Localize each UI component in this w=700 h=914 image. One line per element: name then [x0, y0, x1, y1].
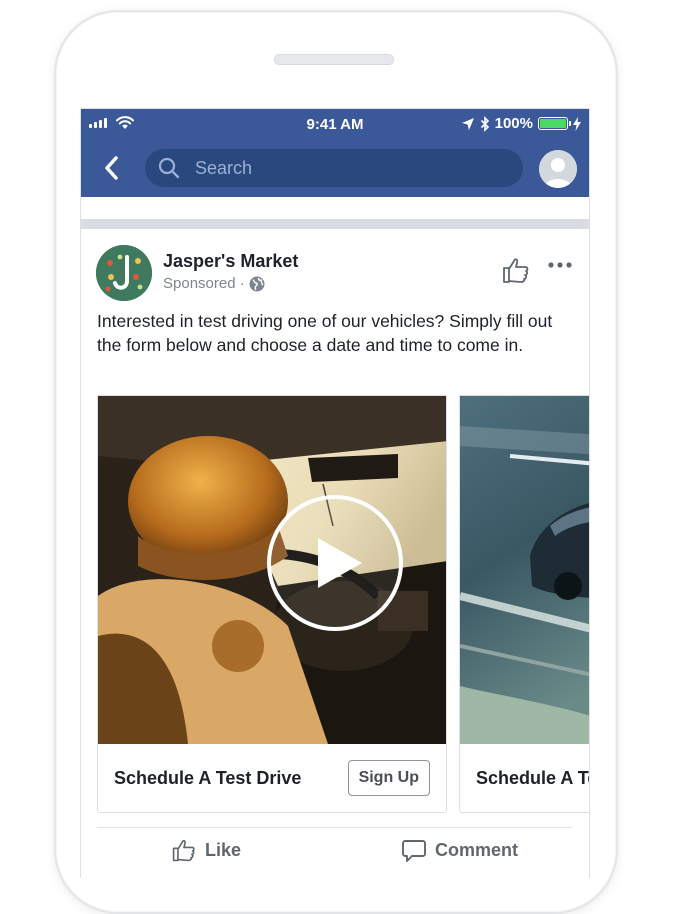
charging-icon [573, 116, 581, 131]
feed-divider [81, 219, 589, 229]
post-body-text: Interested in test driving one of our ve… [97, 311, 553, 355]
thumbs-up-icon[interactable] [501, 255, 531, 285]
search-icon [158, 157, 180, 179]
carousel-card[interactable]: Schedule A Test Drive Sign Up [97, 395, 447, 813]
page-avatar[interactable] [96, 245, 152, 301]
ad-carousel[interactable]: Schedule A Test Drive Sign Up Schedule A… [97, 395, 589, 815]
location-arrow-icon [461, 117, 474, 130]
profile-avatar[interactable] [539, 150, 577, 188]
status-bar: 9:41 AM 100% [81, 109, 589, 139]
battery-percent: 100% [494, 115, 533, 132]
carousel-card[interactable]: Schedule A Test Drive [459, 395, 589, 813]
car-road-image [460, 396, 589, 744]
nav-bar [81, 139, 589, 197]
back-chevron-icon[interactable] [99, 153, 125, 183]
comment-label: Comment [435, 839, 519, 860]
phone-screen: 9:41 AM 100% Search Jasper's Market Spon… [80, 108, 590, 878]
search-bar[interactable] [145, 149, 523, 187]
like-label: Like [205, 839, 242, 860]
battery-icon [538, 117, 571, 130]
like-button[interactable]: Like [171, 837, 241, 863]
jaspers-market-logo [96, 245, 152, 301]
play-icon[interactable] [266, 494, 404, 632]
bluetooth-icon [480, 115, 489, 132]
card-footer: Schedule A Test Drive [460, 744, 589, 812]
thumbs-up-icon [172, 839, 195, 862]
action-bar: Like Comment [81, 837, 589, 877]
profile-silhouette-icon [539, 150, 577, 188]
sponsored-label: Sponsored · [163, 275, 245, 292]
globe-icon [249, 276, 265, 291]
video-thumbnail[interactable] [98, 396, 446, 744]
status-right: 100% [461, 115, 581, 132]
more-dots-icon[interactable] [547, 261, 573, 269]
card-title: Schedule A Test Drive [476, 768, 589, 788]
card-footer: Schedule A Test Drive Sign Up [98, 744, 446, 812]
comment-icon [402, 840, 426, 862]
sign-up-button[interactable]: Sign Up [347, 760, 430, 796]
card-title: Schedule A Test Drive [114, 768, 302, 788]
comment-button[interactable]: Comment [401, 837, 518, 863]
page-name[interactable]: Jasper's Market [163, 251, 298, 272]
search-input[interactable] [193, 156, 497, 180]
card-image[interactable] [460, 396, 589, 744]
phone-speaker [274, 54, 394, 65]
sponsored-row: Sponsored · [163, 275, 265, 292]
action-divider [97, 827, 573, 828]
